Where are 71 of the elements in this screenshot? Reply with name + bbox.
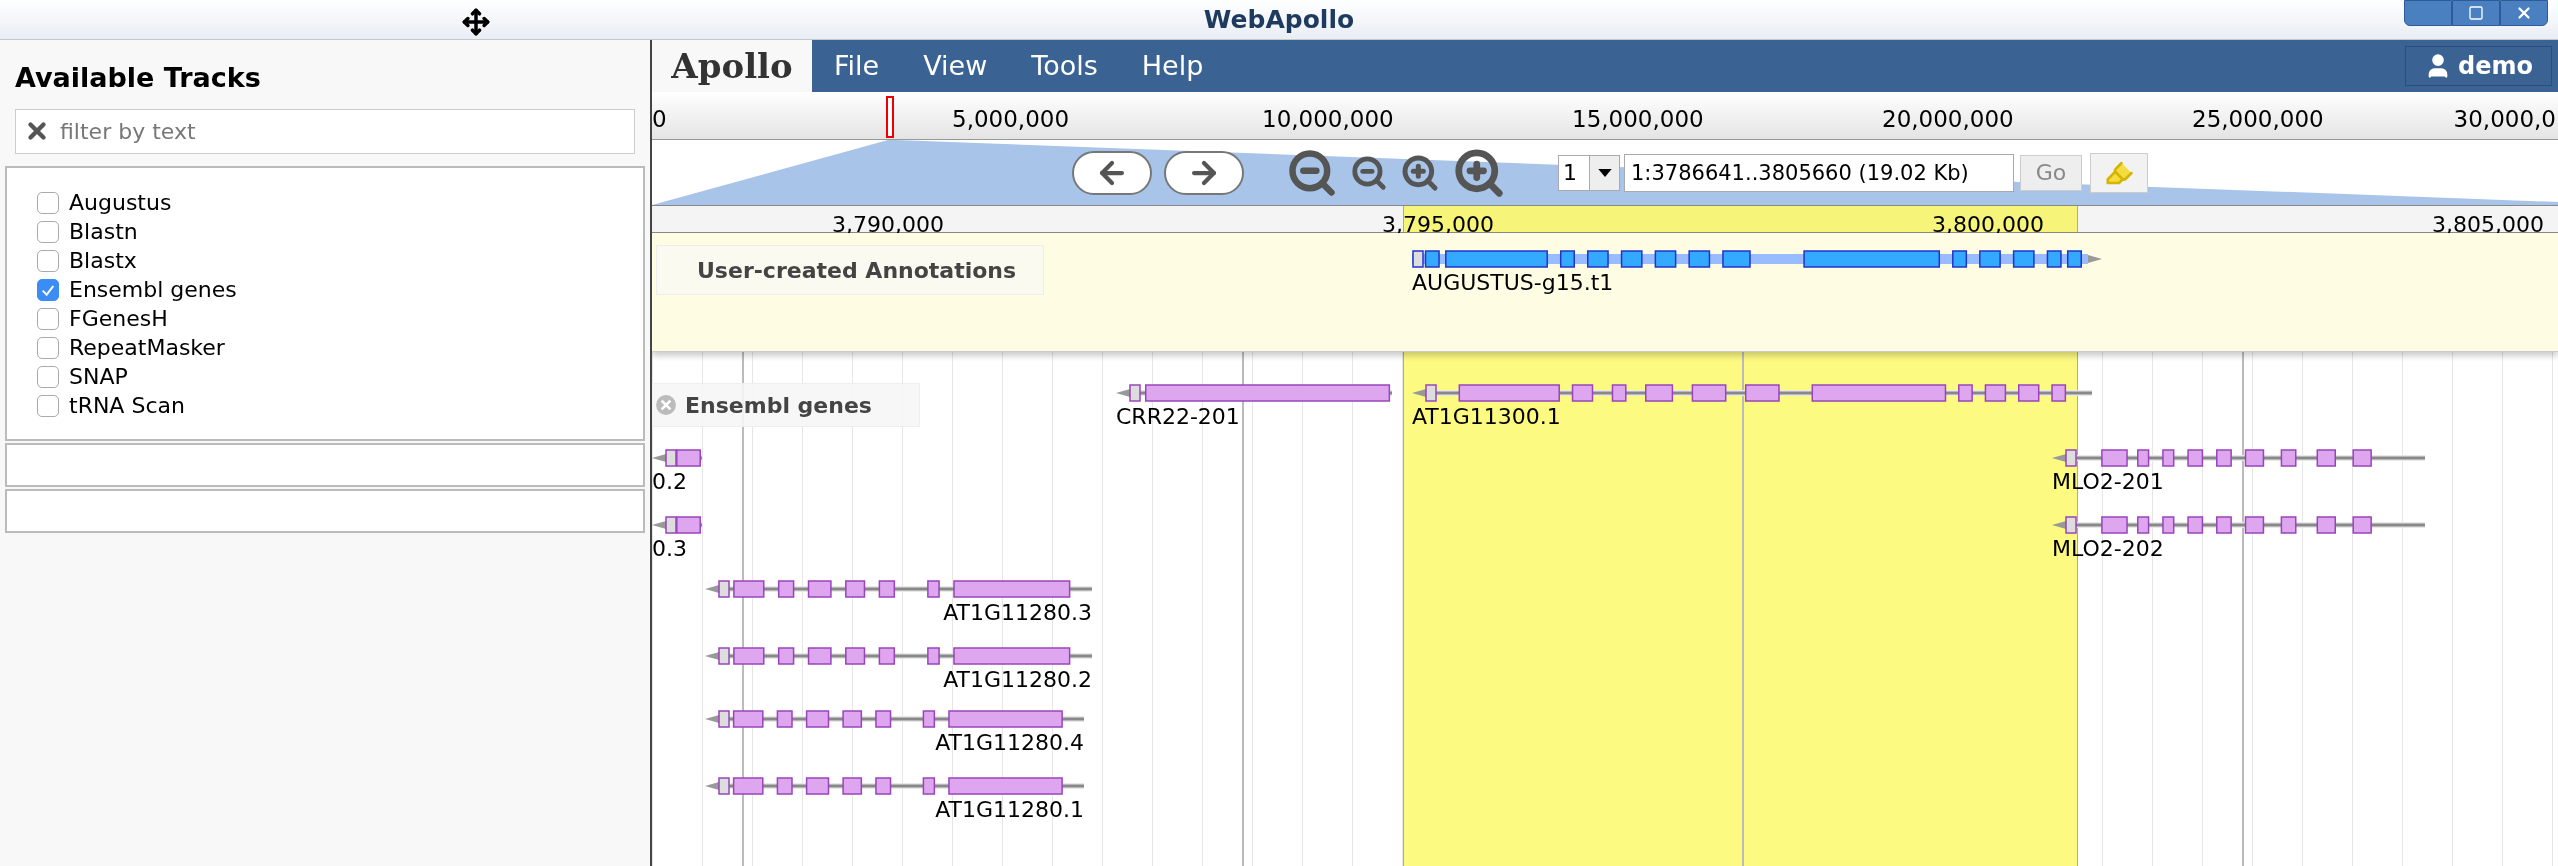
track-label[interactable]: Ensembl genes xyxy=(69,279,237,301)
gene-feature-drawing[interactable] xyxy=(1412,249,2102,269)
maximize-button[interactable] xyxy=(2452,0,2500,26)
menu-item[interactable]: View xyxy=(901,40,1010,92)
feature-label: CRR22-201 xyxy=(1116,406,1240,428)
track-checkbox[interactable] xyxy=(37,279,59,301)
feature-label: AUGUSTUS-g15.t1 xyxy=(1412,272,1614,294)
track-checkbox[interactable] xyxy=(37,337,59,359)
gene-feature-drawing[interactable] xyxy=(1116,383,1392,403)
caret-icon xyxy=(1597,168,1612,177)
maximize-icon xyxy=(2468,5,2484,21)
track-checkbox[interactable] xyxy=(37,366,59,388)
ruler-label: 3,805,000 xyxy=(2432,211,2544,239)
menu-item[interactable]: Tools xyxy=(1009,40,1120,92)
close-track-icon[interactable] xyxy=(655,394,677,416)
ruler-label: 3,800,000 xyxy=(1932,211,2044,239)
ruler-label: 0 xyxy=(652,105,667,134)
move-cursor-icon xyxy=(462,8,490,36)
track-checkbox[interactable] xyxy=(37,221,59,243)
feature-label: 0.2 xyxy=(652,471,687,493)
track-label[interactable]: Blastx xyxy=(69,250,137,272)
gene-feature-drawing[interactable] xyxy=(2052,448,2425,468)
close-button[interactable] xyxy=(2500,0,2548,26)
menu-item[interactable]: Help xyxy=(1119,40,1226,92)
logo: Apollo xyxy=(652,40,812,92)
feature-label: AT1G11280.3 xyxy=(943,602,1092,624)
check-icon xyxy=(40,282,56,298)
window-title: WebApollo xyxy=(1203,3,1355,36)
ruler-label: 20,000,000 xyxy=(1882,105,2014,134)
track-checkbox[interactable] xyxy=(37,250,59,272)
close-icon xyxy=(2515,4,2533,22)
gene-feature-drawing[interactable] xyxy=(652,448,702,468)
ruler-label: 25,000,000 xyxy=(2192,105,2324,134)
refseq-dropdown[interactable]: 1 xyxy=(1558,154,1620,191)
track-checkbox[interactable] xyxy=(37,308,59,330)
track-label[interactable]: RepeatMasker xyxy=(69,337,225,359)
track-label: User-created Annotations xyxy=(656,245,1044,295)
user-button[interactable]: demo xyxy=(2405,46,2552,86)
sidebar-heading: Available Tracks xyxy=(15,61,262,95)
location-marker[interactable] xyxy=(886,96,894,138)
gene-feature-drawing[interactable] xyxy=(705,646,1092,666)
feature-label: AT1G11300.1 xyxy=(1412,406,1561,428)
track-checkbox[interactable] xyxy=(37,192,59,214)
ruler-label: 10,000,000 xyxy=(1262,105,1394,134)
gene-feature-drawing[interactable] xyxy=(652,515,702,535)
gene-feature-drawing[interactable] xyxy=(705,709,1084,729)
filter-field[interactable]: filter by text xyxy=(15,108,635,154)
feature-label: AT1G11280.2 xyxy=(943,669,1092,691)
ruler-label: 15,000,000 xyxy=(1572,105,1704,134)
gene-feature-drawing[interactable] xyxy=(1412,383,2092,403)
gene-feature-drawing[interactable] xyxy=(705,776,1084,796)
track-label[interactable]: Augustus xyxy=(69,192,172,214)
ruler-label: 30,000,0 xyxy=(2453,105,2556,134)
track-checkbox[interactable] xyxy=(37,395,59,417)
track-label[interactable]: tRNA Scan xyxy=(69,395,185,417)
track-label: Ensembl genes xyxy=(652,383,920,427)
track-label[interactable]: SNAP xyxy=(69,366,128,388)
track-label[interactable]: Blastn xyxy=(69,221,138,243)
ruler-label: 3,790,000 xyxy=(832,211,944,239)
track-label[interactable]: FGenesH xyxy=(69,308,168,330)
zoom-out-icon[interactable] xyxy=(1350,153,1388,192)
feature-label: AT1G11280.1 xyxy=(935,799,1084,821)
pan-right-button[interactable] xyxy=(1164,150,1244,195)
feature-label: 0.3 xyxy=(652,538,687,560)
ruler-label: 5,000,000 xyxy=(952,105,1070,134)
feature-label: AT1G11280.4 xyxy=(935,732,1084,754)
gene-feature-drawing[interactable] xyxy=(2052,515,2425,535)
ruler-label: 3,795,000 xyxy=(1382,211,1494,239)
menu-item[interactable]: File xyxy=(812,40,902,92)
gene-feature-drawing[interactable] xyxy=(705,579,1092,599)
location-field[interactable]: 1:3786641..3805660 (19.02 Kb) xyxy=(1624,153,2014,192)
